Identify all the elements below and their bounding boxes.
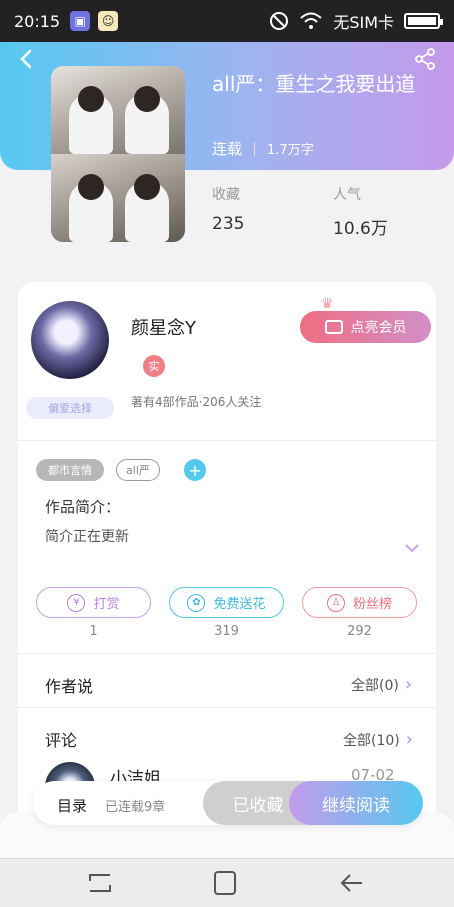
tip-button-label: 打赏 — [93, 597, 120, 612]
send-flower-label: 免费送花 — [213, 597, 266, 612]
app-notification-icon: ☺ — [98, 11, 119, 31]
book-cover-image[interactable] — [51, 66, 185, 242]
share-icon — [415, 48, 435, 70]
chapter-count: 已连载9章 — [105, 800, 166, 815]
vip-button-label: 点亮会员 — [350, 320, 407, 336]
divider — [18, 707, 436, 708]
author-name[interactable]: 颜星念Y — [131, 314, 196, 340]
continue-reading-button[interactable]: 继续阅读 — [289, 781, 423, 825]
author-info: 著有4部作品·206人关注 — [131, 395, 262, 409]
status-time: 20:15 — [14, 11, 61, 31]
author-says-more-link[interactable]: 全部(0) › — [351, 674, 412, 695]
status-bar: 20:15 ▣ ☺ 无SIM卡 — [0, 0, 454, 42]
vip-button[interactable]: 点亮会员 — [300, 311, 431, 343]
stat-popularity: 人气 10.6万 — [333, 184, 388, 239]
tip-button[interactable]: ¥ 打赏 — [36, 587, 151, 618]
fans-ranking-button[interactable]: ♙ 粉丝榜 — [302, 587, 417, 618]
comments-title: 评论 — [45, 731, 78, 750]
chevron-right-icon: › — [404, 674, 413, 695]
gallery-notification-icon: ▣ — [70, 11, 91, 31]
stat-favorites: 收藏 235 — [212, 184, 244, 234]
tag-genre[interactable]: 都市言情 — [36, 459, 104, 481]
meta-divider — [254, 141, 256, 156]
comments-more-label: 全部(10) — [343, 732, 400, 749]
verified-badge: 实 — [143, 355, 165, 377]
expand-chevron-icon[interactable] — [404, 538, 420, 557]
book-meta: 连载 1.7万字 — [212, 138, 314, 159]
back-button[interactable] — [14, 46, 40, 72]
author-says-title: 作者说 — [45, 677, 94, 696]
battery-icon — [404, 13, 443, 29]
reading-bar: 目录 已连载9章 已收藏 继续阅读 — [33, 781, 423, 825]
author-decor-badge: 偏爱选择 — [26, 397, 114, 419]
crown-icon: ♛ — [321, 296, 334, 312]
flower-icon: ✿ — [187, 593, 206, 612]
chevron-right-icon: › — [405, 729, 413, 750]
no-disturb-icon — [270, 12, 289, 30]
author-says-more-label: 全部(0) — [351, 677, 399, 694]
fans-ranking-label: 粉丝榜 — [352, 597, 392, 612]
intro-body: 简介正在更新 — [45, 529, 129, 545]
carrier-text: 无SIM卡 — [333, 13, 394, 32]
back-nav-icon[interactable] — [338, 871, 366, 895]
tip-count: 1 — [89, 624, 98, 639]
chevron-left-icon — [20, 49, 32, 69]
diamond-icon — [324, 320, 343, 334]
divider — [18, 440, 436, 441]
stat-label: 人气 — [333, 187, 361, 203]
share-button[interactable] — [412, 46, 438, 72]
send-flower-button[interactable]: ✿ 免费送花 — [169, 587, 284, 618]
toc-button[interactable]: 目录 — [57, 795, 87, 816]
tag-cp[interactable]: all严 — [116, 459, 160, 481]
home-icon[interactable] — [211, 871, 239, 895]
stat-value: 10.6万 — [333, 219, 388, 239]
book-title: all严：重生之我要出道 — [212, 72, 416, 96]
wifi-icon — [300, 12, 322, 29]
system-nav-bar — [0, 858, 454, 907]
flower-count: 319 — [214, 624, 239, 639]
divider — [18, 653, 436, 654]
book-word-count: 1.7万字 — [267, 143, 314, 158]
fans-count: 292 — [347, 624, 372, 639]
recent-apps-icon[interactable] — [86, 871, 114, 895]
intro-title: 作品简介： — [45, 498, 121, 516]
status-right: 无SIM卡 — [269, 9, 443, 33]
stat-value: 235 — [212, 214, 245, 234]
author-avatar[interactable] — [31, 301, 109, 379]
book-status: 连载 — [212, 140, 243, 158]
stat-label: 收藏 — [212, 187, 240, 203]
coin-icon: ¥ — [67, 593, 86, 612]
add-tag-button[interactable]: + — [184, 459, 206, 481]
comments-more-link[interactable]: 全部(10) › — [343, 729, 413, 750]
user-icon: ♙ — [326, 593, 345, 612]
